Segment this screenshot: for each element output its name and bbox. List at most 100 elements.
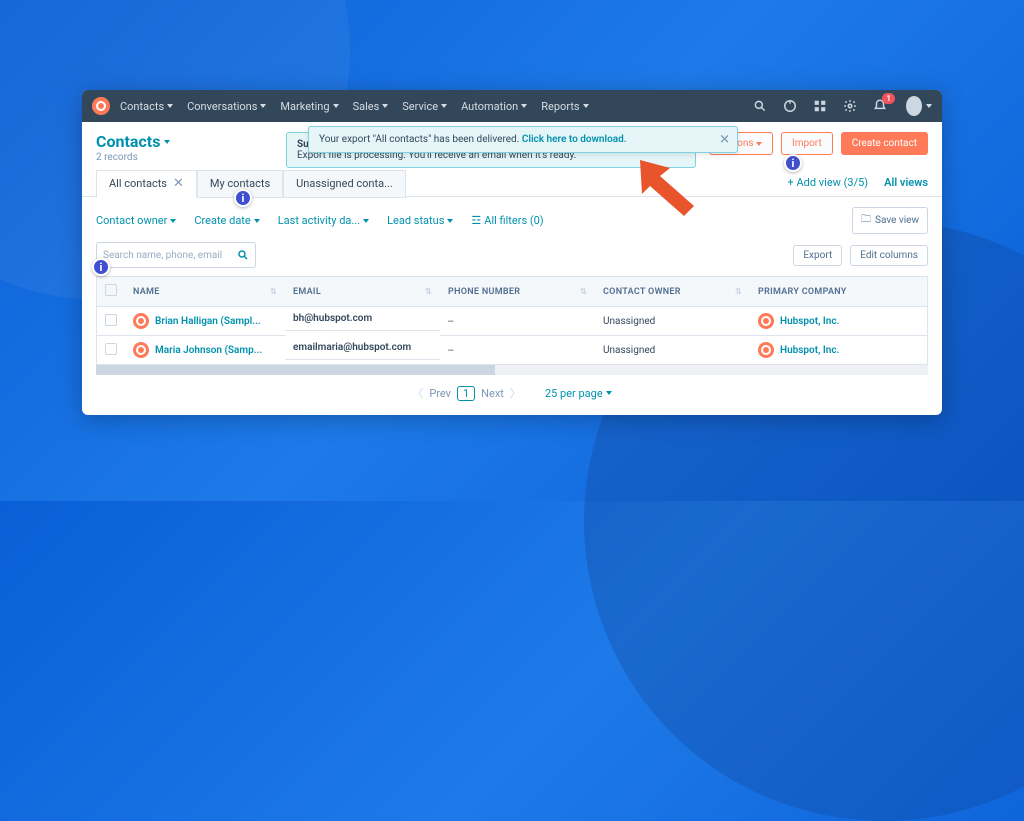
col-company[interactable]: PRIMARY COMPANY bbox=[750, 277, 928, 307]
hubspot-logo-icon bbox=[133, 342, 149, 358]
search-icon bbox=[237, 246, 249, 265]
filter-lead-status[interactable]: Lead status bbox=[387, 214, 453, 227]
contact-email-link[interactable]: bh@hubspot.com bbox=[285, 307, 440, 331]
chevron-down-icon bbox=[170, 219, 176, 223]
hubspot-logo-icon bbox=[758, 313, 774, 329]
pagination: 〈 Prev 1 Next 〉 25 per page bbox=[82, 375, 942, 415]
contacts-table: NAME⇅ EMAIL⇅ PHONE NUMBER⇅ CONTACT OWNER… bbox=[96, 276, 928, 365]
title-text: Contacts bbox=[96, 132, 160, 151]
nav-label: Sales bbox=[353, 100, 380, 113]
per-page-select[interactable]: 25 per page bbox=[545, 387, 612, 400]
search-input-wrap[interactable] bbox=[96, 242, 256, 268]
company-link[interactable]: Hubspot, Inc. bbox=[758, 342, 919, 358]
filter-create-date[interactable]: Create date bbox=[194, 214, 259, 227]
tab-label: My contacts bbox=[210, 177, 270, 190]
hubspot-logo-icon bbox=[133, 313, 149, 329]
marketplace-icon[interactable] bbox=[812, 98, 828, 114]
col-name[interactable]: NAME⇅ bbox=[125, 277, 285, 307]
contact-phone: -- bbox=[440, 336, 595, 365]
chevron-down-icon bbox=[164, 140, 170, 144]
page-title[interactable]: Contacts bbox=[96, 132, 170, 151]
checkbox-icon[interactable] bbox=[105, 284, 117, 296]
chevron-down-icon bbox=[260, 104, 266, 108]
edit-columns-button[interactable]: Edit columns bbox=[850, 245, 928, 266]
search-row: Export Edit columns i bbox=[82, 242, 942, 276]
table-header-row: NAME⇅ EMAIL⇅ PHONE NUMBER⇅ CONTACT OWNER… bbox=[97, 277, 928, 307]
nav-contacts[interactable]: Contacts bbox=[120, 100, 173, 113]
all-views-link[interactable]: All views bbox=[884, 176, 928, 189]
col-phone[interactable]: PHONE NUMBER⇅ bbox=[440, 277, 595, 307]
col-checkbox[interactable] bbox=[97, 277, 126, 307]
nav-label: Service bbox=[402, 100, 438, 113]
help-icon[interactable] bbox=[782, 98, 798, 114]
info-marker-icon: i bbox=[234, 189, 252, 207]
nav-reports[interactable]: Reports bbox=[541, 100, 588, 113]
notifications-icon[interactable]: 1 bbox=[872, 98, 888, 114]
close-icon[interactable]: ✕ bbox=[719, 132, 730, 147]
contact-phone: -- bbox=[440, 307, 595, 336]
tab-label: Unassigned conta... bbox=[296, 177, 393, 190]
current-page: 1 bbox=[457, 386, 475, 401]
next-page-icon[interactable]: 〉 bbox=[510, 385, 521, 401]
import-button[interactable]: Import bbox=[781, 132, 833, 155]
all-filters-button[interactable]: ☲ All filters (0) bbox=[471, 214, 543, 227]
account-menu[interactable] bbox=[906, 98, 922, 114]
scrollbar-thumb[interactable] bbox=[96, 365, 495, 375]
header-actions: Actions Import Create contact bbox=[709, 132, 928, 155]
search-input[interactable] bbox=[103, 250, 237, 261]
chevron-down-icon bbox=[167, 104, 173, 108]
sort-icon: ⇅ bbox=[580, 287, 587, 296]
nav-label: Conversations bbox=[187, 100, 257, 113]
save-view-button[interactable]: 🗀Save view bbox=[852, 207, 928, 234]
contact-email-link[interactable]: emailmaria@hubspot.com bbox=[285, 336, 440, 360]
horizontal-scrollbar[interactable] bbox=[96, 365, 928, 375]
chevron-down-icon bbox=[756, 142, 762, 146]
chevron-down-icon bbox=[447, 219, 453, 223]
checkbox-icon[interactable] bbox=[105, 343, 117, 355]
export-ready-banner: Your export "All contacts" has been deli… bbox=[308, 126, 738, 153]
nav-sales[interactable]: Sales bbox=[353, 100, 389, 113]
settings-icon[interactable] bbox=[842, 98, 858, 114]
company-link[interactable]: Hubspot, Inc. bbox=[758, 313, 919, 329]
contact-name-link[interactable]: Brian Halligan (Sampl... bbox=[133, 313, 277, 329]
col-owner[interactable]: CONTACT OWNER⇅ bbox=[595, 277, 750, 307]
download-link[interactable]: Click here to download. bbox=[522, 134, 627, 145]
nav-service[interactable]: Service bbox=[402, 100, 447, 113]
nav-marketing[interactable]: Marketing bbox=[280, 100, 338, 113]
record-count: 2 records bbox=[96, 152, 170, 163]
export-button[interactable]: Export bbox=[793, 245, 842, 266]
tab-all-contacts[interactable]: All contacts ✕ bbox=[96, 170, 197, 198]
next-page[interactable]: Next bbox=[481, 387, 504, 400]
nav-label: Automation bbox=[461, 100, 518, 113]
add-view-button[interactable]: + Add view (3/5) bbox=[788, 176, 869, 189]
search-icon[interactable] bbox=[752, 98, 768, 114]
checkbox-icon[interactable] bbox=[105, 314, 117, 326]
col-email[interactable]: EMAIL⇅ bbox=[285, 277, 440, 307]
table-row[interactable]: Brian Halligan (Sampl... bh@hubspot.com … bbox=[97, 307, 928, 336]
contact-name-link[interactable]: Maria Johnson (Samp... bbox=[133, 342, 277, 358]
hubspot-logo-icon bbox=[758, 342, 774, 358]
chevron-down-icon bbox=[583, 104, 589, 108]
table-row[interactable]: Maria Johnson (Samp... emailmaria@hubspo… bbox=[97, 336, 928, 365]
create-contact-button[interactable]: Create contact bbox=[841, 132, 928, 155]
contact-owner: Unassigned bbox=[595, 336, 750, 365]
chevron-down-icon bbox=[521, 104, 527, 108]
prev-page-icon[interactable]: 〈 bbox=[412, 385, 423, 401]
hubspot-logo-icon[interactable] bbox=[92, 97, 110, 115]
chevron-down-icon bbox=[926, 104, 932, 108]
info-marker-icon: i bbox=[92, 258, 110, 276]
chevron-down-icon bbox=[382, 104, 388, 108]
contact-owner: Unassigned bbox=[595, 307, 750, 336]
filter-contact-owner[interactable]: Contact owner bbox=[96, 214, 176, 227]
filter-bar: Contact owner Create date Last activity … bbox=[82, 197, 942, 242]
filter-last-activity[interactable]: Last activity da... bbox=[278, 214, 369, 227]
nav-conversations[interactable]: Conversations bbox=[187, 100, 266, 113]
sort-icon: ⇅ bbox=[270, 287, 277, 296]
tab-unassigned[interactable]: Unassigned conta... bbox=[283, 170, 406, 198]
prev-page[interactable]: Prev bbox=[429, 387, 451, 400]
view-tabs: All contacts ✕ My contacts Unassigned con… bbox=[82, 169, 942, 197]
tab-label: All contacts bbox=[109, 177, 167, 190]
chevron-down-icon bbox=[333, 104, 339, 108]
close-icon[interactable]: ✕ bbox=[173, 176, 184, 191]
nav-automation[interactable]: Automation bbox=[461, 100, 527, 113]
